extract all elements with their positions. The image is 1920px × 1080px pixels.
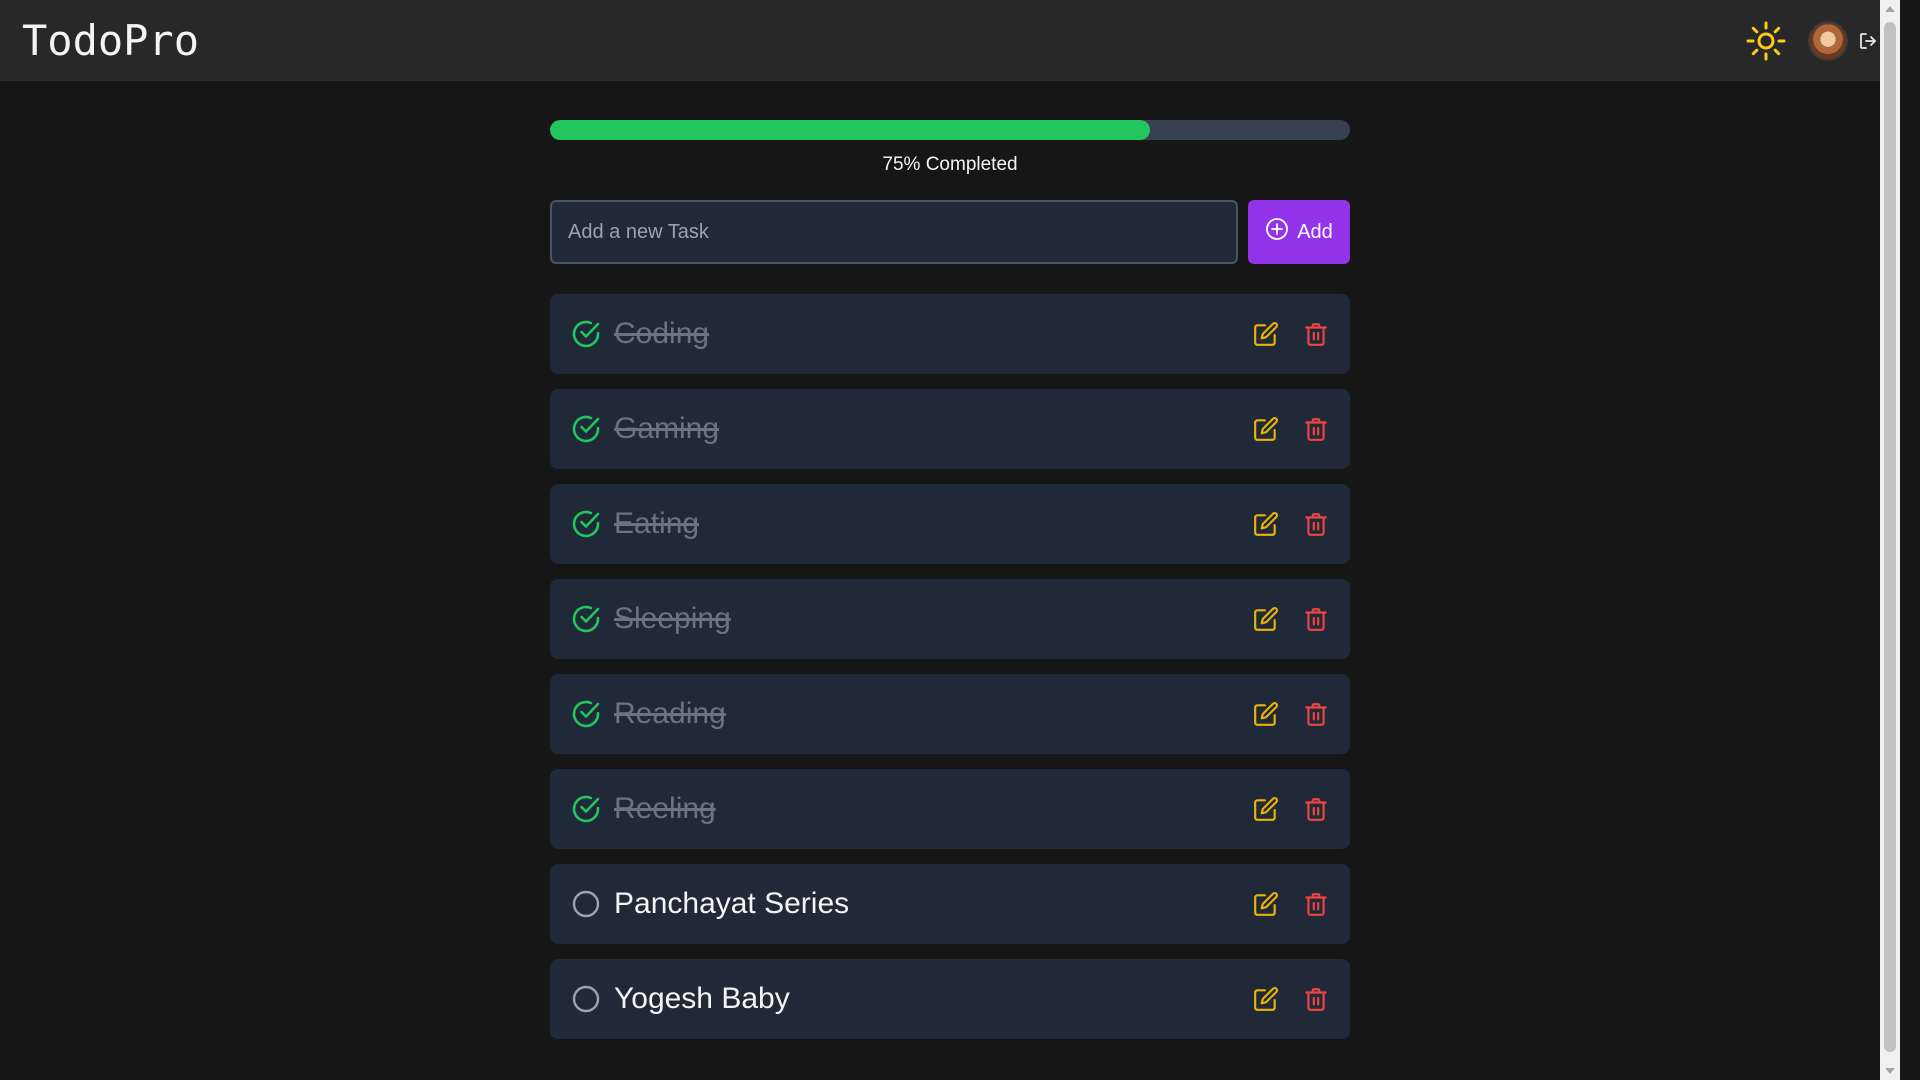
- top-navbar: TodoPro: [0, 0, 1900, 81]
- check-circle-icon[interactable]: [570, 698, 602, 730]
- check-circle-icon[interactable]: [570, 413, 602, 445]
- edit-icon[interactable]: [1252, 415, 1280, 443]
- plus-circle-icon: [1265, 217, 1289, 247]
- task-item: Reeling: [550, 769, 1350, 849]
- edit-icon[interactable]: [1252, 795, 1280, 823]
- task-item: Eating: [550, 484, 1350, 564]
- task-actions: [1252, 795, 1330, 823]
- progress-bar: [550, 120, 1350, 140]
- task-item: Gaming: [550, 389, 1350, 469]
- task-actions: [1252, 605, 1330, 633]
- circle-icon[interactable]: [570, 983, 602, 1015]
- task-item: Coding: [550, 294, 1350, 374]
- add-task-form: Add: [550, 200, 1350, 264]
- check-circle-icon[interactable]: [570, 793, 602, 825]
- check-circle-icon[interactable]: [570, 318, 602, 350]
- task-item: Reading: [550, 674, 1350, 754]
- task-actions: [1252, 890, 1330, 918]
- trash-icon[interactable]: [1302, 795, 1330, 823]
- task-title: Reading: [614, 697, 726, 730]
- app-root: TodoPro 75% Completed Add a new Task Add…: [0, 0, 1900, 1080]
- new-task-input[interactable]: [550, 200, 1238, 264]
- task-title: Coding: [614, 317, 710, 350]
- edit-icon[interactable]: [1252, 320, 1280, 348]
- header-actions: [1746, 20, 1878, 61]
- check-circle-icon[interactable]: [570, 603, 602, 635]
- task-list: Coding Gaming Eating Sleeping Reading Reeling…: [550, 294, 1350, 1039]
- todo-main: 75% Completed Add Coding Gaming Eating Slee…: [550, 120, 1350, 1039]
- trash-icon[interactable]: [1302, 320, 1330, 348]
- sun-icon[interactable]: [1746, 21, 1786, 61]
- trash-icon[interactable]: [1302, 415, 1330, 443]
- scroll-up-arrow-icon[interactable]: [1885, 6, 1895, 12]
- progress-bar-fill: [550, 120, 1150, 140]
- scrollbar-thumb[interactable]: [1884, 22, 1896, 1052]
- check-circle-icon[interactable]: [570, 508, 602, 540]
- task-actions: [1252, 320, 1330, 348]
- edit-icon[interactable]: [1252, 510, 1280, 538]
- task-title: Gaming: [614, 412, 720, 445]
- task-title: Yogesh Baby: [614, 982, 790, 1015]
- task-actions: [1252, 985, 1330, 1013]
- edit-icon[interactable]: [1252, 605, 1280, 633]
- trash-icon[interactable]: [1302, 605, 1330, 633]
- task-actions: [1252, 415, 1330, 443]
- task-item: Sleeping: [550, 579, 1350, 659]
- app-brand: TodoPro: [22, 16, 200, 65]
- edit-icon[interactable]: [1252, 985, 1280, 1013]
- trash-icon[interactable]: [1302, 700, 1330, 728]
- edit-icon[interactable]: [1252, 700, 1280, 728]
- trash-icon[interactable]: [1302, 510, 1330, 538]
- task-title: Sleeping: [614, 602, 731, 635]
- avatar[interactable]: [1808, 20, 1848, 61]
- add-task-button[interactable]: Add: [1248, 200, 1350, 264]
- scroll-down-arrow-icon[interactable]: [1885, 1068, 1895, 1074]
- task-actions: [1252, 510, 1330, 538]
- trash-icon[interactable]: [1302, 890, 1330, 918]
- progress-label: 75% Completed: [882, 154, 1018, 175]
- logout-icon[interactable]: [1858, 31, 1878, 51]
- edit-icon[interactable]: [1252, 890, 1280, 918]
- circle-icon[interactable]: [570, 888, 602, 920]
- task-item: Panchayat Series: [550, 864, 1350, 944]
- page-scrollbar[interactable]: [1880, 0, 1900, 1080]
- add-button-label: Add: [1297, 220, 1333, 243]
- trash-icon[interactable]: [1302, 985, 1330, 1013]
- user-controls: [1808, 20, 1878, 61]
- task-actions: [1252, 700, 1330, 728]
- task-title: Panchayat Series: [614, 887, 850, 920]
- task-item: Yogesh Baby: [550, 959, 1350, 1039]
- task-title: Eating: [614, 507, 700, 540]
- task-title: Reeling: [614, 792, 716, 825]
